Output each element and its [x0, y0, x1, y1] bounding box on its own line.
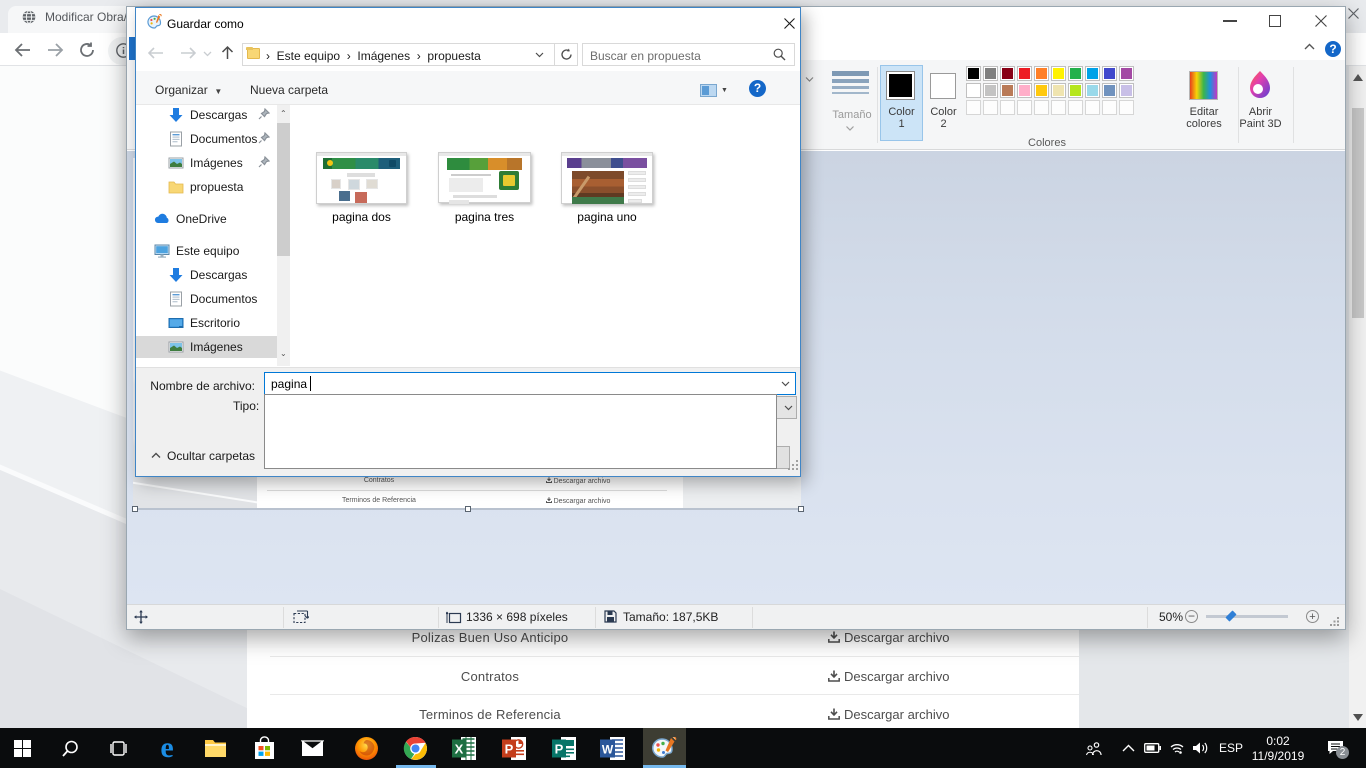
svg-text:W: W: [602, 743, 614, 757]
svg-text:P: P: [505, 742, 514, 757]
svg-text:X: X: [455, 742, 464, 757]
svg-text:P: P: [555, 742, 564, 757]
